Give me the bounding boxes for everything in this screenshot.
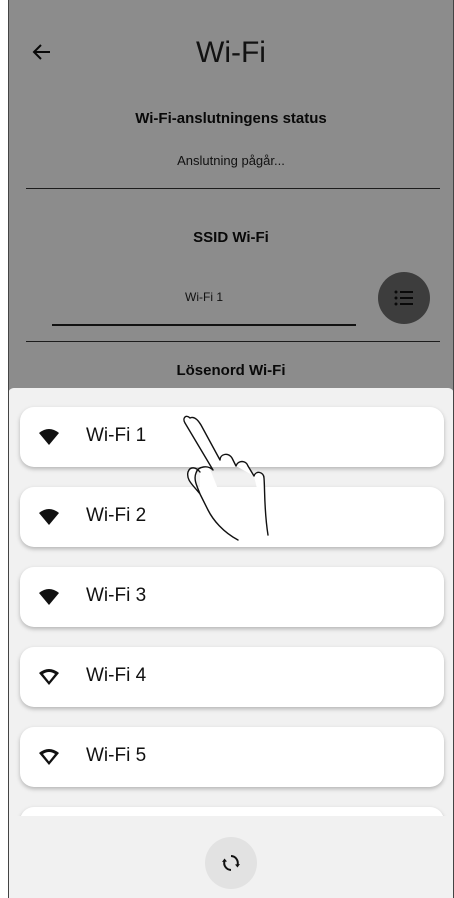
network-item-wifi-2[interactable]: Wi-Fi 2 <box>20 487 444 547</box>
frame-edge <box>8 0 9 898</box>
refresh-icon <box>222 855 240 871</box>
network-item-wifi-1[interactable]: Wi-Fi 1 <box>20 407 444 467</box>
wifi-outline-icon <box>39 669 59 685</box>
wifi-outline-icon <box>39 749 59 765</box>
network-item-partial[interactable] <box>20 807 444 816</box>
network-list: Wi-Fi 1 Wi-Fi 2 Wi-Fi 3 Wi-Fi 4 Wi-Fi 5 <box>8 388 454 816</box>
wifi-filled-icon <box>39 509 59 525</box>
network-item-wifi-4[interactable]: Wi-Fi 4 <box>20 647 444 707</box>
network-picker-sheet: Wi-Fi 1 Wi-Fi 2 Wi-Fi 3 Wi-Fi 4 Wi-Fi 5 <box>8 388 454 898</box>
network-item-wifi-3[interactable]: Wi-Fi 3 <box>20 567 444 627</box>
network-label: Wi-Fi 1 <box>86 425 147 446</box>
wifi-filled-icon <box>39 589 59 605</box>
refresh-button[interactable] <box>205 837 257 889</box>
network-label: Wi-Fi 5 <box>86 745 147 766</box>
app-frame: Wi-Fi Wi-Fi-anslutningens status Anslutn… <box>8 0 454 898</box>
network-label: Wi-Fi 3 <box>86 585 147 606</box>
network-item-wifi-5[interactable]: Wi-Fi 5 <box>20 727 444 787</box>
network-label: Wi-Fi 4 <box>86 665 147 686</box>
network-label: Wi-Fi 2 <box>86 505 147 526</box>
wifi-filled-icon <box>39 429 59 445</box>
